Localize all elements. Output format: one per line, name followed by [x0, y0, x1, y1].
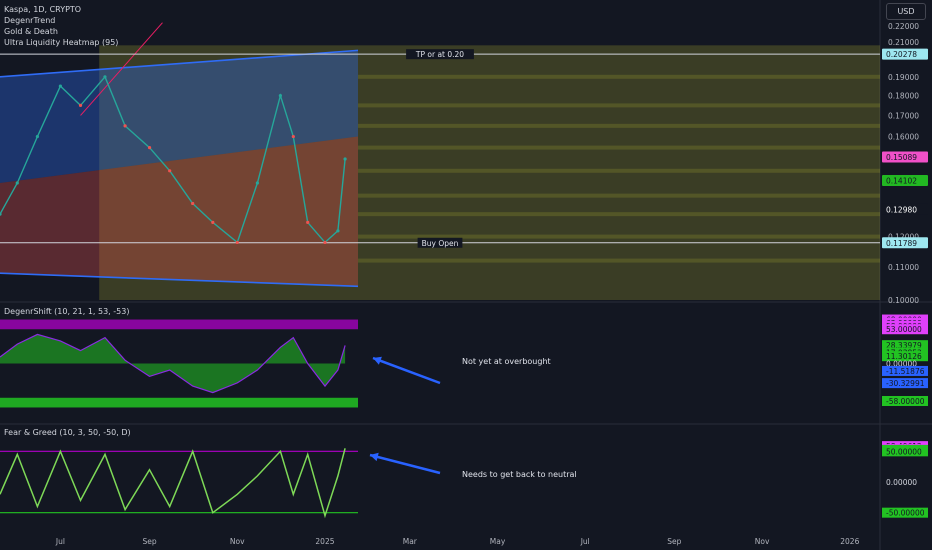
price-label-text: 0.20278 [886, 50, 917, 59]
price-label-text: 0.11789 [886, 239, 917, 248]
time-axis-tick: Jul [580, 537, 590, 546]
oversold-band [0, 397, 358, 408]
time-axis-tick: 2026 [840, 537, 859, 546]
time-axis-tick: Nov [755, 537, 770, 546]
price-point [343, 157, 347, 161]
currency-button[interactable]: USD [886, 3, 926, 20]
legend-symbol[interactable]: Kaspa, 1D, CRYPTO [4, 4, 118, 15]
price-point [15, 181, 19, 185]
annotation-arrow-overbought [372, 356, 441, 385]
price-point [123, 124, 127, 128]
liquidity-band [358, 212, 880, 217]
degenr-axis-tick: 53.00000 [886, 325, 922, 334]
price-point [336, 229, 340, 233]
price-axis-tick: 0.19000 [888, 73, 919, 82]
annotation-arrow-neutral-head [370, 452, 379, 462]
price-label-text: 0.15089 [886, 153, 917, 162]
horizontal-line-label: Buy Open [422, 239, 459, 248]
time-axis-tick: May [490, 537, 506, 546]
price-point [168, 169, 172, 173]
fear-greed-line [0, 448, 346, 519]
price-point [211, 220, 215, 225]
liquidity-band [358, 258, 880, 263]
time-axis-tick: Sep [142, 537, 156, 546]
price-label-text: 0.14102 [886, 176, 917, 185]
liquidity-band [358, 168, 880, 173]
chart-root: TP or at 0.20 Buy Open 0.22000 0.21000 0.190… [0, 0, 932, 550]
fear-greed-axis-tick: 0.00000 [886, 478, 917, 487]
liquidity-band [358, 123, 880, 128]
price-point [306, 220, 310, 225]
price-point [58, 84, 62, 88]
time-axis-tick: Sep [667, 537, 681, 546]
horizontal-line-label: TP or at 0.20 [415, 50, 464, 59]
overbought-band [0, 319, 358, 330]
time-axis-tick: Jul [55, 537, 65, 546]
price-point [323, 240, 327, 245]
price-axis-tick: 0.10000 [888, 296, 919, 305]
degenr-shift-title[interactable]: DegenrShift (10, 21, 1, 53, -53) [4, 307, 129, 316]
price-axis-tick: 0.17000 [888, 111, 919, 120]
price-point [291, 134, 295, 139]
annotation-overbought: Not yet at overbought [462, 357, 551, 366]
price-axis-tick: 0.11000 [888, 263, 919, 272]
legend-indicator-gold-death[interactable]: Gold & Death [4, 26, 118, 37]
annotation-neutral: Needs to get back to neutral [462, 470, 577, 479]
price-label-text: 0.12980 [886, 205, 917, 214]
annotation-arrow-neutral [369, 453, 441, 475]
degenr-axis-tick: -30.32991 [886, 379, 925, 388]
chart-legend: Kaspa, 1D, CRYPTO DegenrTrend Gold & Dea… [4, 4, 118, 48]
price-axis-tick: 0.21000 [888, 38, 919, 47]
degenr-shift-area [0, 334, 346, 393]
degenr-axis-tick: -58.00000 [886, 397, 925, 406]
time-axis-tick: Nov [230, 537, 245, 546]
time-axis-tick: 2025 [315, 537, 334, 546]
fear-greed-title[interactable]: Fear & Greed (10, 3, 50, -50, D) [4, 428, 131, 437]
liquidity-band [358, 145, 880, 150]
price-point [78, 103, 83, 107]
price-point [35, 134, 39, 139]
price-point [255, 181, 259, 185]
liquidity-band [358, 193, 880, 198]
legend-indicator-liquidity-heatmap[interactable]: Ultra Liquidity Heatmap (95) [4, 37, 118, 48]
price-axis-tick: 0.18000 [888, 92, 919, 101]
price-point [103, 75, 107, 79]
degenr-axis-tick: -11.51876 [886, 367, 925, 376]
price-point [278, 93, 282, 98]
liquidity-band [358, 103, 880, 108]
liquidity-band [358, 74, 880, 79]
price-point [191, 201, 195, 206]
price-axis-tick: 0.16000 [888, 133, 919, 142]
legend-indicator-degenrtrend[interactable]: DegenrTrend [4, 15, 118, 26]
price-point [147, 145, 152, 150]
price-point [235, 240, 239, 245]
time-axis-tick: Mar [403, 537, 418, 546]
fear-greed-axis-tick: 50.00000 [886, 447, 922, 456]
fear-greed-axis-tick: -50.00000 [886, 509, 925, 518]
price-axis-tick: 0.22000 [888, 22, 919, 31]
